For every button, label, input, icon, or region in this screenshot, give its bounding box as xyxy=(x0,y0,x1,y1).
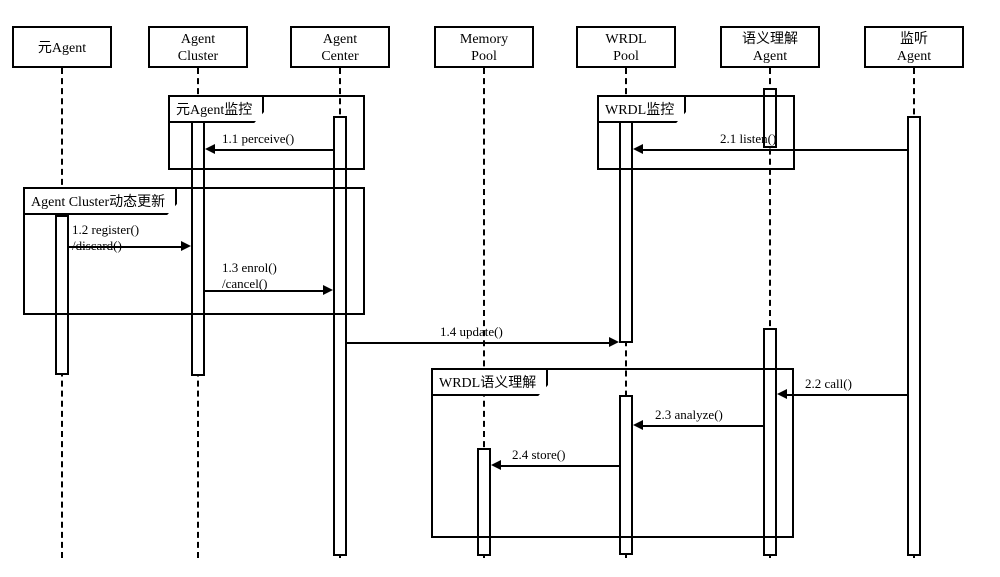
message-label: 1.2 register() /discard() xyxy=(72,222,139,253)
lifeline-agent-center: Agent Center xyxy=(290,26,390,68)
lifeline-label-l2: Center xyxy=(321,49,358,64)
activation-bar xyxy=(907,116,921,556)
lifeline-agent-cluster: Agent Cluster xyxy=(148,26,248,68)
lifeline-label-l2: Cluster xyxy=(178,49,218,64)
lifeline-label-l1: 语义理解 xyxy=(742,32,798,47)
message-label: 2.3 analyze() xyxy=(655,407,723,423)
lifeline-label-l1: Memory xyxy=(460,32,508,47)
arrow-left-icon xyxy=(205,144,215,154)
sequence-diagram: 元Agent Agent Cluster Agent Center Memory… xyxy=(0,0,1000,577)
lifeline-wrdl-pool: WRDL Pool xyxy=(576,26,676,68)
frame-label: WRDL语义理解 xyxy=(431,368,548,396)
arrow-left-icon xyxy=(491,460,501,470)
message-label: 1.3 enrol() /cancel() xyxy=(222,260,277,291)
message-line xyxy=(347,342,609,344)
activation-bar xyxy=(333,116,347,556)
lifeline-label-l1: WRDL xyxy=(605,32,646,47)
lifeline-label-l1: Agent xyxy=(323,32,357,47)
message-line xyxy=(501,465,619,467)
message-line xyxy=(643,425,763,427)
frame-label: Agent Cluster动态更新 xyxy=(23,187,177,215)
lifeline-semantic-agent: 语义理解 Agent xyxy=(720,26,820,68)
frame-label: 元Agent监控 xyxy=(168,95,264,123)
lifeline-label-l2: Agent xyxy=(897,49,931,64)
message-label: 2.4 store() xyxy=(512,447,565,463)
frame-label: WRDL监控 xyxy=(597,95,686,123)
arrow-left-icon xyxy=(777,389,787,399)
arrow-right-icon xyxy=(323,285,333,295)
message-label: 1.4 update() xyxy=(440,324,503,340)
lifeline-label-l1: Agent xyxy=(181,32,215,47)
message-line xyxy=(787,394,907,396)
message-label: 1.1 perceive() xyxy=(222,131,294,147)
lifeline-label-l2: Agent xyxy=(753,49,787,64)
lifeline-listen-agent: 监听 Agent xyxy=(864,26,964,68)
message-label: 2.2 call() xyxy=(805,376,852,392)
message-line xyxy=(215,149,333,151)
frame-wrdl-semantic: WRDL语义理解 xyxy=(431,368,794,538)
lifeline-label-l2: Pool xyxy=(613,49,639,64)
arrow-left-icon xyxy=(633,420,643,430)
arrow-right-icon xyxy=(181,241,191,251)
lifeline-label-l1: 监听 xyxy=(900,32,928,47)
lifeline-memory-pool: Memory Pool xyxy=(434,26,534,68)
lifeline-meta-agent: 元Agent xyxy=(12,26,112,68)
arrow-left-icon xyxy=(633,144,643,154)
lifeline-label: 元Agent xyxy=(38,41,86,56)
message-label: 2.1 listen() xyxy=(720,131,776,147)
message-line xyxy=(643,149,907,151)
lifeline-label-l2: Pool xyxy=(471,49,497,64)
arrow-right-icon xyxy=(609,337,619,347)
